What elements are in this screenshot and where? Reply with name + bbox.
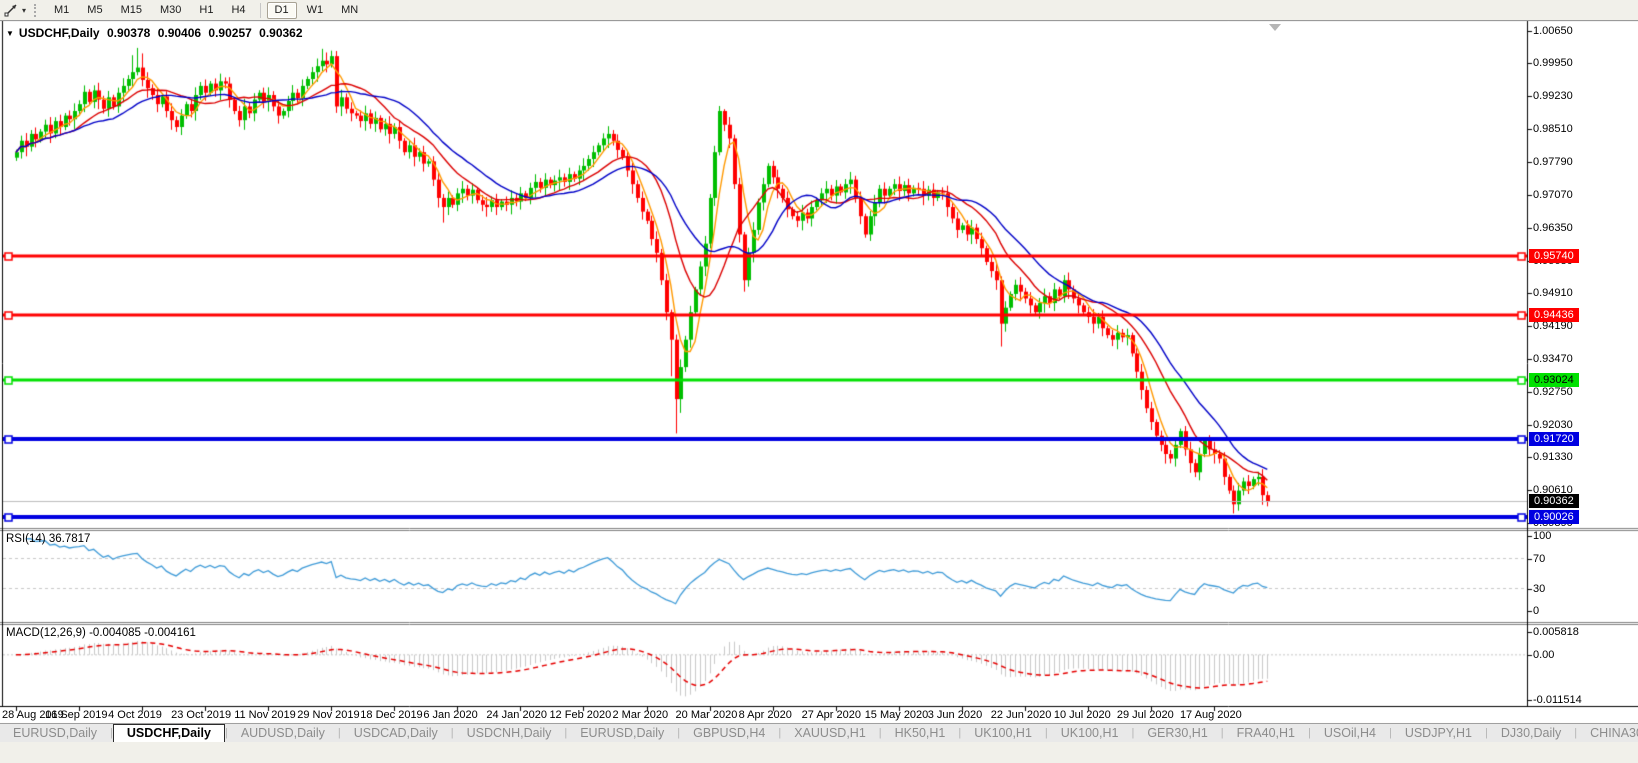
tab-ger30-h1-11[interactable]: GER30,H1 [1134,724,1220,743]
rsi-tick-label: 100 [1533,529,1613,543]
chart-symbol: USDCHF,Daily [19,26,100,40]
macd-name: MACD(12,26,9) [6,627,86,639]
chart-title: ▼ USDCHF,Daily 0.90378 0.90406 0.90257 0.… [6,26,307,40]
macd-tick-label: 0.005818 [1533,625,1613,639]
macd-tick-label: -0.011514 [1533,693,1613,707]
price-tick-label: 0.97790 [1533,155,1613,169]
ohlc-high: 0.90406 [158,26,201,40]
tab-dj30-daily-15[interactable]: DJ30,Daily [1488,724,1574,743]
date-tick-label: 12 Feb 2020 [549,709,611,721]
timeframe-buttons: M1M5M15M30H1H4 D1W1MN [45,2,367,19]
level-badge-0.90026: 0.90026 [1529,510,1579,524]
date-tick-label: 15 May 2020 [865,709,929,721]
toolbar-separator [260,3,261,18]
date-tick-label: 29 Jul 2020 [1117,709,1174,721]
collapse-triangle-icon[interactable]: ▼ [6,29,14,38]
price-tick-label: 0.96350 [1533,221,1613,235]
date-tick-label: 8 Apr 2020 [739,709,792,721]
mt4-window: ▾ M1M5M15M30H1H4 D1W1MN ▼ USDCHF,Daily 0.9… [0,0,1638,763]
date-tick-label: 23 Oct 2019 [171,709,231,721]
timeframe-button-h1[interactable]: H1 [191,2,221,19]
price-tick-label: 0.92030 [1533,418,1613,432]
price-tick-label: 0.92750 [1533,385,1613,399]
date-tick-label: 17 Aug 2020 [1180,709,1242,721]
tab-china300-h1-16[interactable]: CHINA300,H1 [1577,724,1638,743]
tab-usdcnh-daily-4[interactable]: USDCNH,Daily [454,724,565,743]
tab-usdcad-daily-3[interactable]: USDCAD,Daily [341,724,451,743]
tab-fra40-h1-12[interactable]: FRA40,H1 [1224,724,1308,743]
tab-usoil-h4-13[interactable]: USOil,H4 [1311,724,1389,743]
chart-canvas[interactable] [0,0,1638,763]
date-tick-label: 11 Nov 2019 [234,709,296,721]
rsi-label: RSI(14) 36.7817 [6,533,90,545]
ohlc-close: 0.90362 [259,26,302,40]
tab-hk50-h1-8[interactable]: HK50,H1 [882,724,959,743]
trendline-tool-icon [4,3,20,17]
rsi-tick-label: 70 [1533,552,1613,566]
tab-gbpusd-h4-6[interactable]: GBPUSD,H4 [680,724,778,743]
date-tick-label: 20 Mar 2020 [676,709,738,721]
level-badge-0.91720: 0.91720 [1529,432,1579,446]
tab-xauusd-h1-7[interactable]: XAUUSD,H1 [781,724,879,743]
timeframe-button-m15[interactable]: M15 [113,2,150,19]
rsi-value: 36.7817 [49,533,91,545]
toolbar: ▾ M1M5M15M30H1H4 D1W1MN [0,0,1638,21]
tab-uk100-h1-10[interactable]: UK100,H1 [1048,724,1132,743]
macd-tick-label: 0.00 [1533,648,1613,662]
timeframe-button-w1[interactable]: W1 [299,2,332,19]
date-tick-label: 18 Dec 2019 [360,709,422,721]
timeframe-button-d1[interactable]: D1 [267,2,297,19]
current-price-badge: 0.90362 [1529,494,1579,508]
timeframe-button-m1[interactable]: M1 [46,2,77,19]
line-tools-button[interactable]: ▾ [2,2,28,18]
date-tick-label: 22 Jun 2020 [991,709,1052,721]
date-tick-label: 4 Oct 2019 [108,709,162,721]
date-tick-label: 24 Jan 2020 [486,709,547,721]
tab-eurusd-daily-5[interactable]: EURUSD,Daily [567,724,677,743]
chart-shift-marker-icon[interactable] [1269,24,1281,31]
level-badge-0.94436: 0.94436 [1529,308,1579,322]
rsi-tick-label: 0 [1533,604,1613,618]
tab-uk100-h1-9[interactable]: UK100,H1 [961,724,1045,743]
chevron-down-icon: ▾ [22,6,26,15]
date-tick-label: 6 Jan 2020 [423,709,477,721]
date-tick-label: 2 Mar 2020 [613,709,669,721]
tab-audusd-daily-2[interactable]: AUDUSD,Daily [228,724,338,743]
price-tick-label: 1.00650 [1533,24,1613,38]
rsi-name: RSI(14) [6,533,46,545]
price-tick-label: 0.99230 [1533,89,1613,103]
date-tick-label: 29 Nov 2019 [297,709,359,721]
ohlc-low: 0.90257 [208,26,251,40]
tab-usdjpy-h1-14[interactable]: USDJPY,H1 [1392,724,1485,743]
price-tick-label: 0.94910 [1533,286,1613,300]
symbol-tab-bar: EURUSD,Daily|USDCHF,Daily|AUDUSD,Daily|U… [0,723,1638,743]
date-tick-label: 27 Apr 2020 [802,709,861,721]
date-tick-label: 3 Jun 2020 [928,709,982,721]
status-bar [0,742,1638,763]
price-tick-label: 0.97070 [1533,188,1613,202]
level-badge-0.93024: 0.93024 [1529,373,1579,387]
ohlc-open: 0.90378 [107,26,150,40]
timeframe-button-m5[interactable]: M5 [79,2,110,19]
rsi-tick-label: 30 [1533,582,1613,596]
tab-usdchf-daily-1[interactable]: USDCHF,Daily [113,724,225,743]
price-tick-label: 0.98510 [1533,122,1613,136]
tab-eurusd-daily-0[interactable]: EURUSD,Daily [0,724,110,743]
toolbar-grip[interactable] [34,4,38,17]
price-tick-label: 0.93470 [1533,352,1613,366]
macd-value-signal: -0.004161 [144,627,196,639]
macd-label: MACD(12,26,9) -0.004085 -0.004161 [6,627,196,639]
timeframe-button-h4[interactable]: H4 [223,2,253,19]
macd-value-main: -0.004085 [89,627,141,639]
level-badge-0.95740: 0.95740 [1529,249,1579,263]
price-tick-label: 0.99950 [1533,56,1613,70]
timeframe-button-mn[interactable]: MN [333,2,366,19]
price-tick-label: 0.91330 [1533,450,1613,464]
date-tick-label: 10 Jul 2020 [1054,709,1111,721]
timeframe-button-m30[interactable]: M30 [152,2,189,19]
date-tick-label: 16 Sep 2019 [45,709,107,721]
